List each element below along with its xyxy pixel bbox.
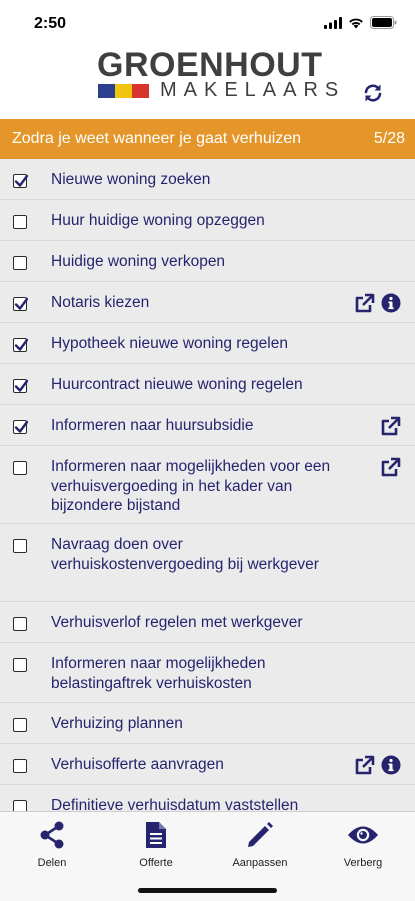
row-label: Huur huidige woning opzeggen <box>51 212 265 229</box>
tab-label: Delen <box>37 857 67 869</box>
info-icon[interactable] <box>381 293 401 319</box>
checkbox-unchecked[interactable] <box>13 461 27 475</box>
row-label: Huurcontract nieuwe woning regelen <box>51 376 303 393</box>
status-icons <box>324 16 397 34</box>
tab-delen[interactable]: Delen <box>7 820 97 869</box>
checklist-row[interactable]: Huur huidige woning opzeggen <box>0 200 415 241</box>
external-link-icon[interactable] <box>380 416 401 442</box>
document-icon <box>111 820 201 850</box>
row-label: Verhuizing plannen <box>51 715 183 732</box>
tab-label: Verberg <box>343 857 383 869</box>
status-time: 2:50 <box>34 15 67 32</box>
checkbox-unchecked[interactable] <box>13 759 27 773</box>
row-icons <box>380 457 401 483</box>
info-icon[interactable] <box>381 755 401 781</box>
checklist-row[interactable]: Informeren naar mogelijkheden voor een v… <box>0 446 415 524</box>
checklist-row[interactable]: Informeren naar mogelijkheden belastinga… <box>0 643 415 703</box>
row-label: Informeren naar huursubsidie <box>51 417 254 434</box>
tab-aanpassen[interactable]: Aanpassen <box>215 820 305 869</box>
checklist-row[interactable]: Verhuisofferte aanvragen <box>0 744 415 785</box>
eye-icon <box>318 820 408 850</box>
row-label: Verhuisverlof regelen met werkgever <box>51 614 303 631</box>
refresh-icon[interactable] <box>361 81 385 105</box>
row-label: Navraag doen over verhuiskostenvergoedin… <box>51 536 319 573</box>
checkbox-unchecked[interactable] <box>13 617 27 631</box>
checkbox-checked[interactable] <box>13 338 28 352</box>
row-label: Notaris kiezen <box>51 294 150 311</box>
checkbox-unchecked[interactable] <box>13 256 27 270</box>
checklist-row[interactable]: Huurcontract nieuwe woning regelen <box>0 364 415 405</box>
tab-offerte[interactable]: Offerte <box>111 820 201 869</box>
checkbox-unchecked[interactable] <box>13 800 27 811</box>
checkbox-unchecked[interactable] <box>13 658 27 672</box>
signal-icon <box>324 16 342 34</box>
checklist[interactable]: Nieuwe woning zoeken Huur huidige woning … <box>0 159 415 811</box>
bottom-tab-bar: Delen Offerte Aanpassen Verberg <box>0 811 415 901</box>
checkbox-unchecked[interactable] <box>13 539 27 553</box>
checklist-row[interactable]: Verhuizing plannen <box>0 703 415 744</box>
row-label: Huidige woning verkopen <box>51 253 226 270</box>
home-indicator <box>138 888 277 893</box>
checkbox-checked[interactable] <box>13 174 28 188</box>
tab-label: Offerte <box>139 857 173 869</box>
row-label: Nieuwe woning zoeken <box>51 171 211 188</box>
row-label: Hypotheek nieuwe woning regelen <box>51 335 288 352</box>
status-bar: 2:50 <box>0 0 415 44</box>
row-label: Definitieve verhuisdatum vaststellen <box>51 797 299 811</box>
wifi-icon <box>348 16 364 34</box>
row-label: Informeren naar mogelijkheden belastinga… <box>51 655 266 692</box>
pencil-icon <box>215 820 305 850</box>
progress-count: 5/28 <box>373 130 405 147</box>
row-icons <box>354 293 401 319</box>
logo-flag <box>98 84 149 98</box>
row-icons <box>354 755 401 781</box>
checklist-row[interactable]: Definitieve verhuisdatum vaststellen <box>0 785 415 811</box>
row-label: Verhuisofferte aanvragen <box>51 756 224 773</box>
checklist-row[interactable]: Informeren naar huursubsidie <box>0 405 415 446</box>
row-icons <box>380 416 401 442</box>
checkbox-checked[interactable] <box>13 379 28 393</box>
checklist-row[interactable]: Nieuwe woning zoeken <box>0 159 415 200</box>
checklist-row[interactable]: Verhuisverlof regelen met werkgever <box>0 602 415 643</box>
row-label: Informeren naar mogelijkheden voor een v… <box>51 458 331 514</box>
share-icon <box>7 820 97 850</box>
checkbox-unchecked[interactable] <box>13 215 27 229</box>
checklist-row[interactable]: Hypotheek nieuwe woning regelen <box>0 323 415 364</box>
external-link-icon[interactable] <box>354 293 375 319</box>
checkbox-checked[interactable] <box>13 420 28 434</box>
tab-verberg[interactable]: Verberg <box>318 820 408 869</box>
checklist-row[interactable]: Navraag doen over verhuiskostenvergoedin… <box>0 524 415 602</box>
battery-icon <box>370 16 397 34</box>
checklist-row[interactable]: Huidige woning verkopen <box>0 241 415 282</box>
tab-label: Aanpassen <box>232 857 288 869</box>
checkbox-checked[interactable] <box>13 297 28 311</box>
external-link-icon[interactable] <box>354 755 375 781</box>
app-header: GROENHOUT MAKELAARS <box>0 44 415 118</box>
checklist-row[interactable]: Notaris kiezen <box>0 282 415 323</box>
section-banner: Zodra je weet wanneer je gaat verhuizen … <box>0 119 415 159</box>
external-link-icon[interactable] <box>380 457 401 483</box>
checkbox-unchecked[interactable] <box>13 718 27 732</box>
logo-subtitle: MAKELAARS <box>160 79 346 101</box>
section-title: Zodra je weet wanneer je gaat verhuizen <box>12 130 302 147</box>
